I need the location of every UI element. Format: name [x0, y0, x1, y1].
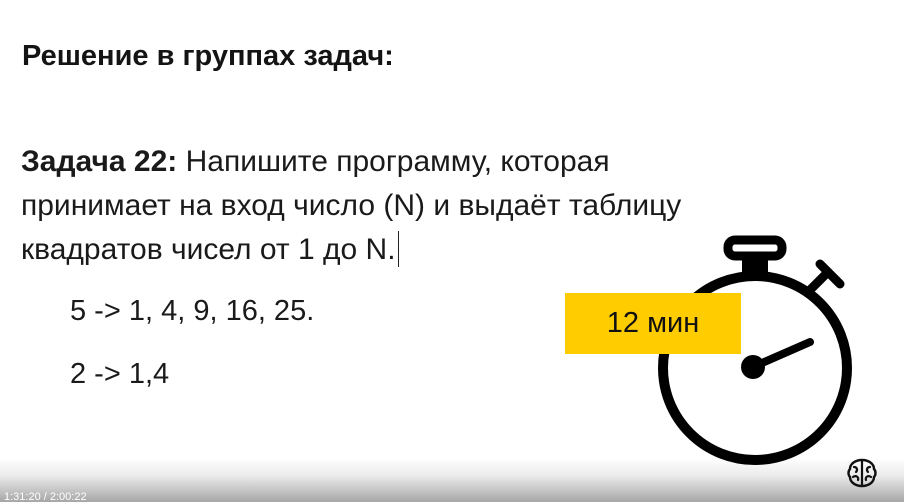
task-text-2: принимает на вход число (N) и выдаёт таб…: [21, 189, 682, 222]
example-1: 5 -> 1, 4, 9, 16, 25.: [70, 295, 315, 327]
text-cursor: [397, 231, 399, 267]
video-timecode: 1:31:20 / 2:00:22: [4, 491, 87, 503]
brain-logo-icon: [847, 458, 877, 488]
task-text-3: квадратов чисел от 1 до N.: [21, 233, 396, 266]
task-text-1: Напишите программу, которая: [185, 145, 610, 178]
task-line-1: Задача 22: Напишите программу, которая: [21, 140, 821, 184]
timer-label: 12 мин: [565, 293, 741, 354]
slide-heading: Решение в группах задач:: [22, 40, 394, 72]
task-label: Задача 22:: [21, 145, 178, 178]
slide: Решение в группах задач: Задача 22: Напи…: [0, 0, 904, 502]
video-controls-overlay[interactable]: [0, 458, 904, 502]
example-2: 2 -> 1,4: [70, 358, 170, 390]
